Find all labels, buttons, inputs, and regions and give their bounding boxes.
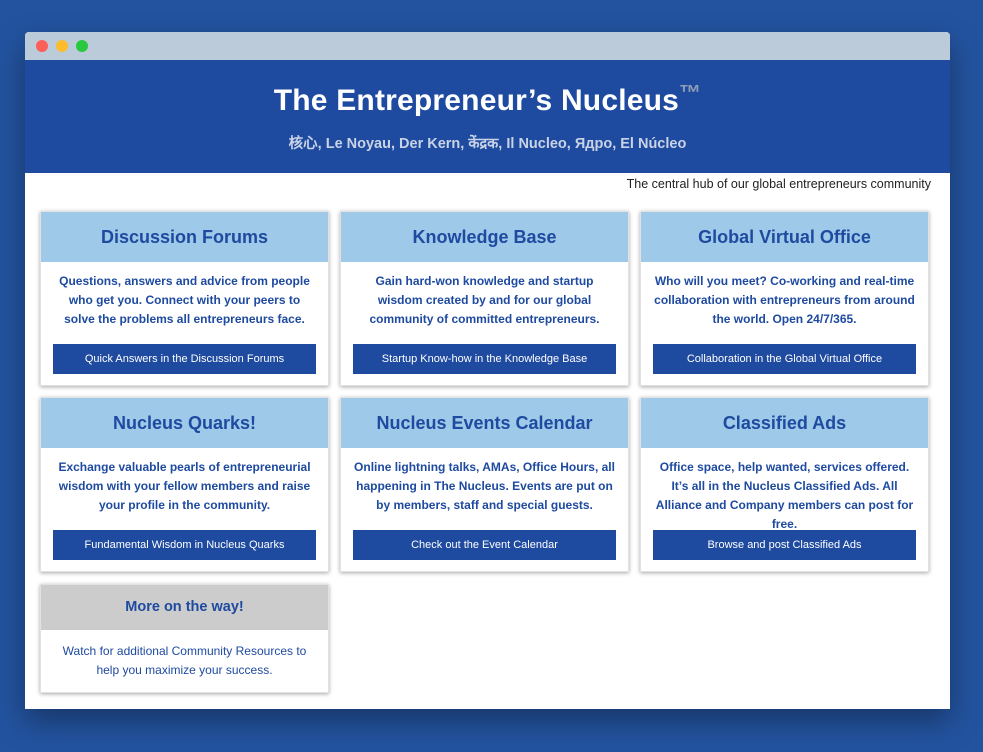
card-title: Nucleus Quarks!	[41, 398, 328, 448]
card-description: Office space, help wanted, services offe…	[655, 460, 914, 531]
close-window-icon[interactable]	[36, 40, 48, 52]
card-global-virtual-office: Global Virtual Office Who will you meet?…	[640, 211, 929, 386]
card-more-on-the-way: More on the way! Watch for additional Co…	[40, 584, 329, 693]
card-title: Nucleus Events Calendar	[341, 398, 628, 448]
card-description: Online lightning talks, AMAs, Office Hou…	[354, 460, 615, 512]
tagline: The central hub of our global entreprene…	[626, 177, 931, 191]
card-classified-ads: Classified Ads Office space, help wanted…	[640, 397, 929, 572]
card-events-calendar: Nucleus Events Calendar Online lightning…	[340, 397, 629, 572]
global-virtual-office-button[interactable]: Collaboration in the Global Virtual Offi…	[653, 344, 916, 374]
card-title: Global Virtual Office	[641, 212, 928, 262]
card-discussion-forums: Discussion Forums Questions, answers and…	[40, 211, 329, 386]
card-nucleus-quarks: Nucleus Quarks! Exchange valuable pearls…	[40, 397, 329, 572]
browser-window: The Entrepreneur’s Nucleus™ 核心, Le Noyau…	[25, 32, 950, 709]
card-description: Gain hard-won knowledge and startup wisd…	[369, 274, 600, 326]
minimize-window-icon[interactable]	[56, 40, 68, 52]
card-description: Who will you meet? Co-working and real-t…	[654, 274, 915, 326]
card-description: Questions, answers and advice from peopl…	[59, 274, 310, 326]
page-title: The Entrepreneur’s Nucleus™	[25, 60, 950, 118]
classified-ads-button[interactable]: Browse and post Classified Ads	[653, 530, 916, 560]
discussion-forums-button[interactable]: Quick Answers in the Discussion Forums	[53, 344, 316, 374]
card-description: Exchange valuable pearls of entrepreneur…	[58, 460, 311, 512]
window-titlebar	[25, 32, 950, 60]
card-title: More on the way!	[41, 585, 328, 630]
trademark-symbol: ™	[679, 80, 702, 105]
card-knowledge-base: Knowledge Base Gain hard-won knowledge a…	[340, 211, 629, 386]
nucleus-quarks-button[interactable]: Fundamental Wisdom in Nucleus Quarks	[53, 530, 316, 560]
card-title: Discussion Forums	[41, 212, 328, 262]
language-subtitle: 核心, Le Noyau, Der Kern, केंद्रक, Il Nucl…	[288, 136, 687, 152]
event-calendar-button[interactable]: Check out the Event Calendar	[353, 530, 616, 560]
knowledge-base-button[interactable]: Startup Know-how in the Knowledge Base	[353, 344, 616, 374]
card-title: Classified Ads	[641, 398, 928, 448]
page-header: The Entrepreneur’s Nucleus™ 核心, Le Noyau…	[25, 60, 950, 173]
card-description: Watch for additional Community Resources…	[62, 644, 307, 677]
maximize-window-icon[interactable]	[76, 40, 88, 52]
page-title-text: The Entrepreneur’s Nucleus	[273, 84, 680, 117]
card-title: Knowledge Base	[341, 212, 628, 262]
